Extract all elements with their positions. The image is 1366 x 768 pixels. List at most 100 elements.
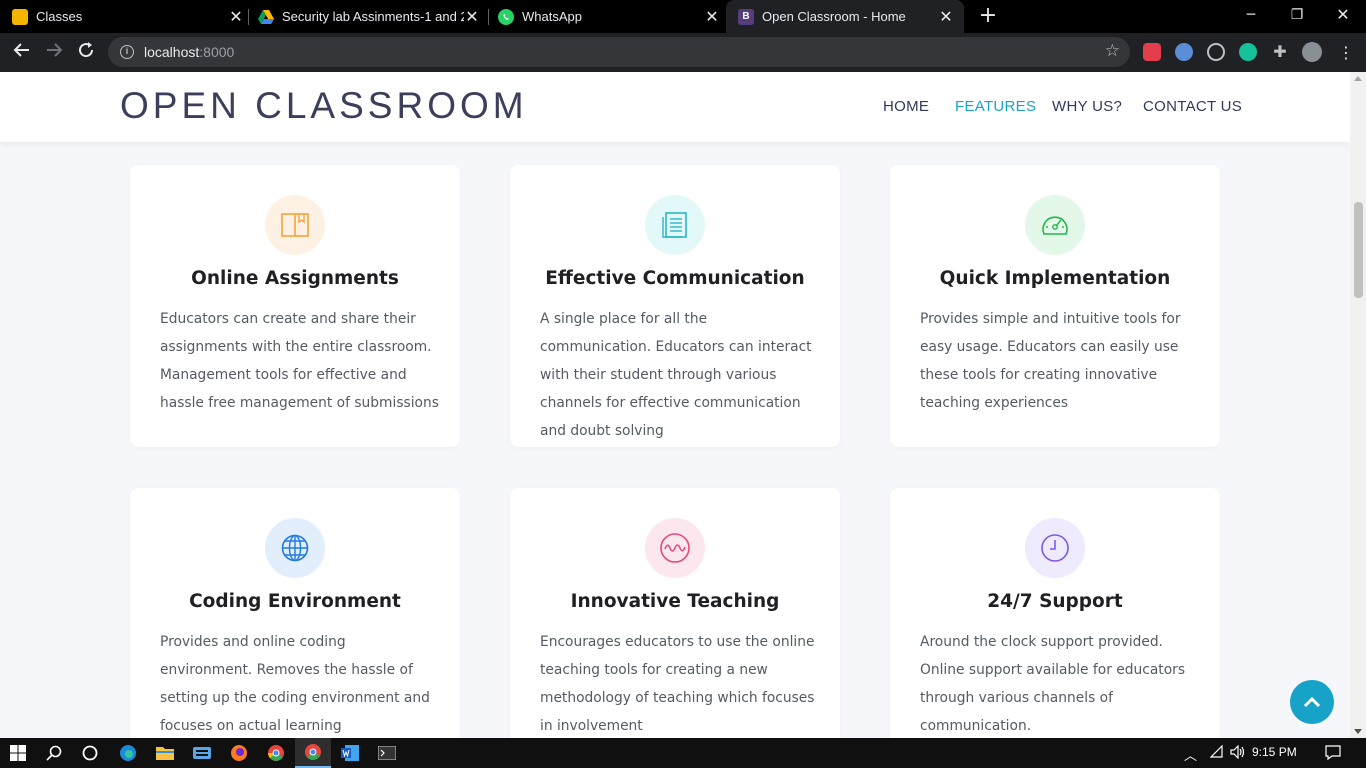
browser-tab-whatsapp[interactable]: WhatsApp ✕ bbox=[498, 0, 720, 33]
info-icon[interactable]: i bbox=[120, 45, 134, 59]
close-icon[interactable]: ✕ bbox=[938, 7, 954, 27]
feature-title: Effective Communication bbox=[545, 268, 805, 289]
cortana-icon bbox=[82, 745, 98, 761]
page-scrollbar[interactable] bbox=[1350, 72, 1366, 738]
close-icon[interactable]: ✕ bbox=[704, 7, 720, 27]
bootstrap-icon: B bbox=[738, 8, 754, 25]
globe-icon bbox=[281, 534, 309, 562]
notifications-icon[interactable] bbox=[1325, 745, 1341, 763]
react-extension-icon[interactable] bbox=[1207, 43, 1225, 61]
volume-icon[interactable] bbox=[1230, 744, 1246, 762]
minimize-button[interactable]: ─ bbox=[1228, 0, 1274, 33]
keyboard-app-taskbar-icon[interactable] bbox=[184, 738, 220, 768]
back-button[interactable] bbox=[10, 41, 34, 65]
arrow-right-icon bbox=[47, 43, 63, 57]
tab-title: WhatsApp bbox=[522, 9, 582, 24]
feature-card-support: 24/7 Support Around the clock support pr… bbox=[890, 488, 1220, 738]
feature-icon-circle bbox=[265, 195, 325, 255]
nav-features[interactable]: FEATURES bbox=[955, 98, 1036, 115]
scroll-up-arrow-icon[interactable] bbox=[1354, 76, 1362, 81]
search-icon bbox=[46, 745, 62, 761]
word-taskbar-icon[interactable] bbox=[332, 738, 368, 768]
profile-avatar[interactable] bbox=[1302, 42, 1322, 62]
restore-button[interactable]: ❐ bbox=[1274, 0, 1320, 33]
feature-card-online-assignments: Online Assignments Educators can create … bbox=[130, 165, 460, 447]
reload-icon bbox=[79, 42, 94, 58]
tab-title: Security lab Assinments-1 and 2.docx bbox=[282, 9, 464, 24]
feature-title: Coding Environment bbox=[189, 591, 401, 612]
feature-card-quick-implementation: Quick Implementation Provides simple and… bbox=[890, 165, 1220, 447]
browser-tab-security-lab[interactable]: Security lab Assinments-1 and 2.docx ✕ bbox=[258, 0, 480, 33]
feature-card-coding-environment: Coding Environment Provides and online c… bbox=[130, 488, 460, 738]
file-explorer-taskbar-icon[interactable] bbox=[147, 738, 183, 768]
tab-separator bbox=[488, 9, 489, 25]
chrome-taskbar-icon[interactable] bbox=[258, 738, 294, 768]
feature-title: Innovative Teaching bbox=[570, 591, 780, 612]
url-host: localhost bbox=[144, 44, 200, 60]
chevron-up-icon bbox=[1303, 696, 1321, 708]
feature-icon-circle bbox=[1025, 518, 1085, 578]
document-icon bbox=[662, 212, 687, 238]
clock-icon bbox=[1041, 534, 1069, 562]
extensions-puzzle-icon[interactable]: ✚ bbox=[1271, 43, 1289, 61]
windows-logo-icon bbox=[10, 745, 26, 761]
close-icon[interactable]: ✕ bbox=[228, 7, 244, 27]
url-port: :8000 bbox=[199, 44, 235, 60]
feature-description: Educators can create and share their ass… bbox=[160, 311, 439, 411]
forward-button[interactable] bbox=[42, 41, 66, 65]
close-icon[interactable]: ✕ bbox=[464, 7, 480, 27]
scroll-down-arrow-icon[interactable] bbox=[1354, 729, 1362, 734]
edge-taskbar-icon[interactable] bbox=[110, 738, 146, 768]
feature-icon-circle bbox=[645, 195, 705, 255]
bookmark-star-icon[interactable]: ☆ bbox=[1105, 41, 1120, 61]
scrollbar-thumb[interactable] bbox=[1354, 202, 1363, 298]
windows-taskbar: ︿ 9:15 PM bbox=[0, 738, 1366, 768]
wave-icon bbox=[660, 533, 690, 563]
extension-circle-icon[interactable] bbox=[1175, 43, 1193, 61]
google-classroom-icon bbox=[12, 8, 28, 25]
feature-description: Encourages educators to use the online t… bbox=[540, 634, 815, 734]
google-drive-icon bbox=[258, 9, 274, 25]
feature-description: A single place for all the communication… bbox=[540, 311, 812, 439]
feature-icon-circle bbox=[645, 518, 705, 578]
feature-title: 24/7 Support bbox=[987, 591, 1123, 612]
reload-button[interactable] bbox=[74, 41, 98, 65]
windows-start-button[interactable] bbox=[0, 738, 36, 768]
pocket-extension-icon[interactable] bbox=[1143, 43, 1161, 61]
feature-icon-circle bbox=[1025, 195, 1085, 255]
feature-description: Provides and online coding environment. … bbox=[160, 634, 430, 734]
feature-title: Quick Implementation bbox=[939, 268, 1171, 289]
tab-title: Open Classroom - Home bbox=[762, 9, 906, 24]
nav-home[interactable]: HOME bbox=[883, 98, 929, 115]
feature-description: Around the clock support provided. Onlin… bbox=[920, 634, 1186, 734]
grammarly-icon[interactable] bbox=[1239, 43, 1257, 61]
command-prompt-taskbar-icon[interactable] bbox=[369, 738, 405, 768]
tab-separator bbox=[248, 9, 249, 25]
taskbar-clock[interactable]: 9:15 PM bbox=[1252, 745, 1297, 759]
wifi-icon[interactable] bbox=[1209, 744, 1224, 762]
chrome-active-taskbar-icon[interactable] bbox=[295, 738, 331, 768]
feature-description: Provides simple and intuitive tools for … bbox=[920, 311, 1181, 411]
feature-card-effective-communication: Effective Communication A single place f… bbox=[510, 165, 840, 447]
browser-tab-classes[interactable]: Classes ✕ bbox=[12, 0, 244, 33]
firefox-taskbar-icon[interactable] bbox=[221, 738, 257, 768]
tab-title: Classes bbox=[36, 9, 83, 24]
menu-kebab-icon[interactable]: ⋮ bbox=[1334, 41, 1358, 65]
search-button[interactable] bbox=[36, 738, 72, 768]
nav-why-us[interactable]: WHY US? bbox=[1052, 98, 1122, 115]
whatsapp-icon bbox=[498, 8, 514, 25]
new-tab-button[interactable]: + bbox=[978, 4, 998, 28]
browser-tab-open-classroom[interactable]: B Open Classroom - Home ✕ bbox=[726, 0, 964, 33]
show-hidden-icons-chevron-icon[interactable]: ︿ bbox=[1184, 745, 1197, 764]
cortana-button[interactable] bbox=[72, 738, 108, 768]
feature-icon-circle bbox=[265, 518, 325, 578]
nav-contact-us[interactable]: CONTACT US bbox=[1143, 98, 1242, 115]
book-icon bbox=[281, 213, 309, 237]
browser-tab-strip: Classes ✕ Security lab Assinments-1 and … bbox=[0, 0, 1366, 33]
close-window-button[interactable]: ✕ bbox=[1320, 0, 1366, 33]
address-bar[interactable]: i localhost:8000 ☆ bbox=[108, 37, 1130, 67]
browser-toolbar: i localhost:8000 ☆ ✚ ⋮ bbox=[0, 33, 1366, 72]
scroll-to-top-button[interactable] bbox=[1290, 680, 1334, 724]
site-brand-logo[interactable]: OPEN CLASSROOM bbox=[120, 85, 528, 127]
site-navbar: OPEN CLASSROOM HOME FEATURES WHY US? CON… bbox=[0, 72, 1350, 142]
